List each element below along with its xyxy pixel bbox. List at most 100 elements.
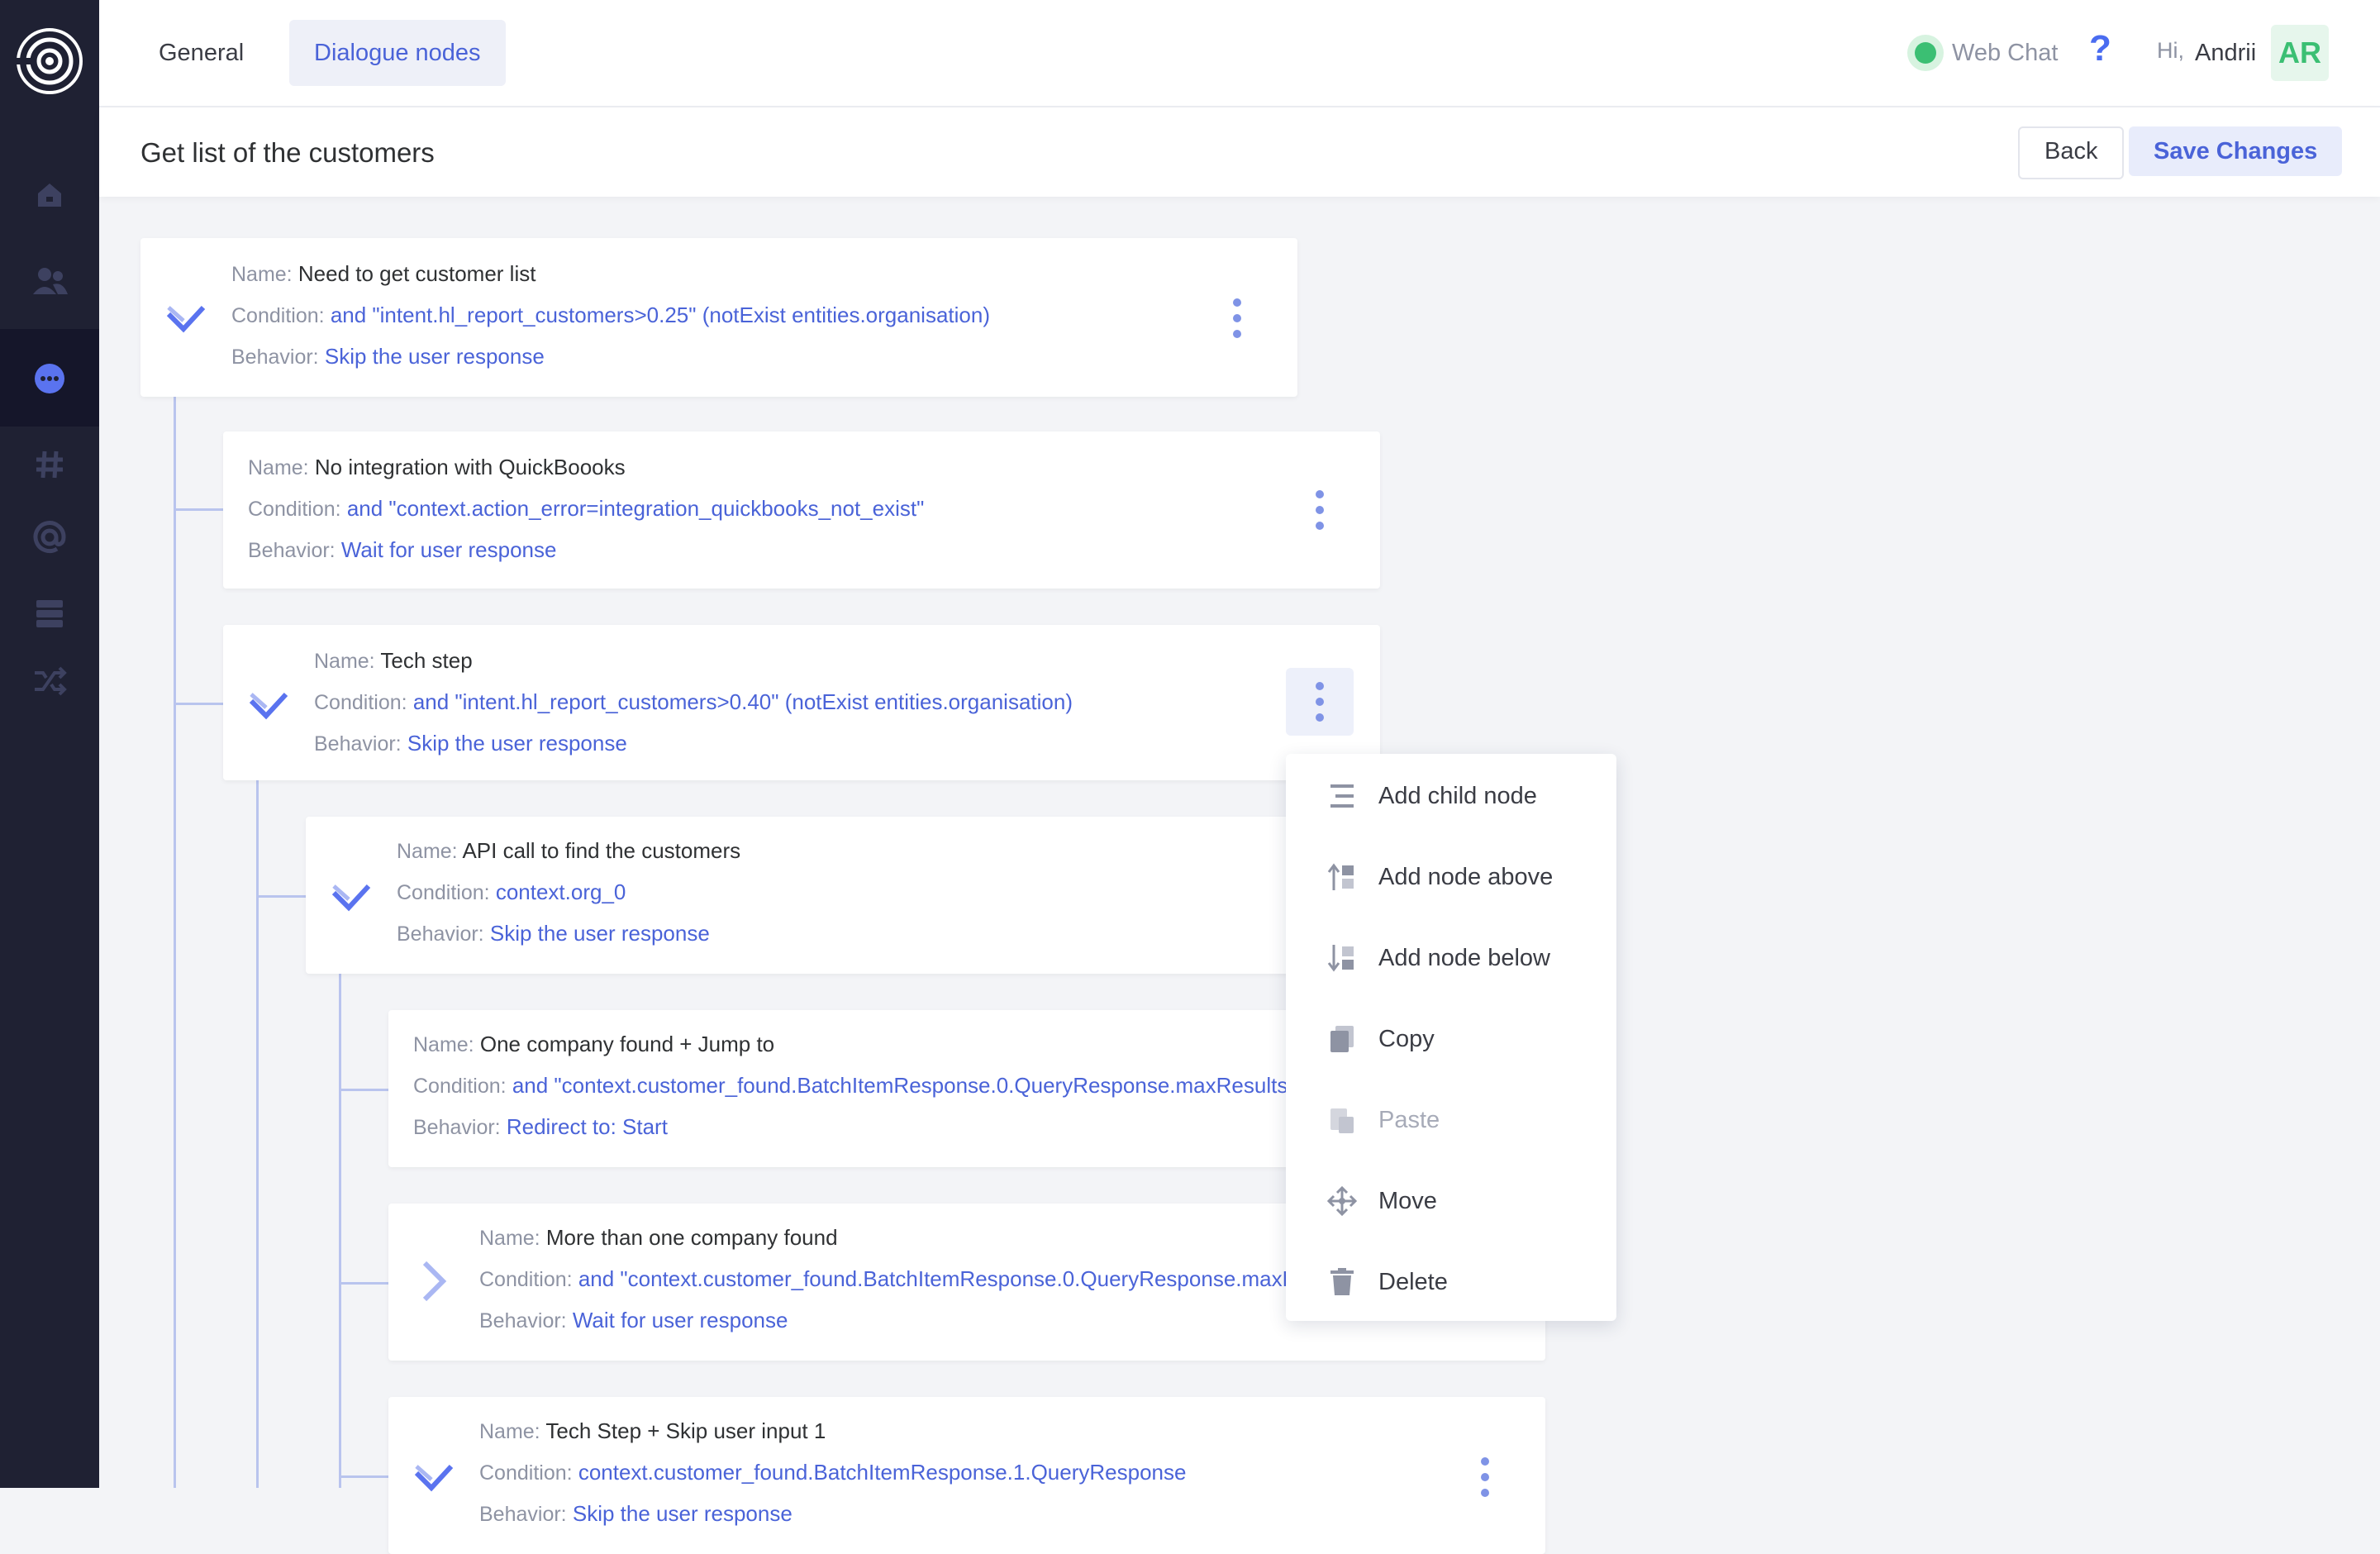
sidebar	[0, 0, 99, 1488]
behavior-label: Behavior:	[248, 539, 336, 562]
menu-item-label: Delete	[1378, 1268, 1448, 1295]
dialogue-icon[interactable]	[30, 359, 69, 398]
dialogue-node[interactable]: Name: Tech Step + Skip user input 1 Cond…	[388, 1397, 1545, 1554]
node-behavior-row: Behavior: Skip the user response	[397, 921, 710, 946]
behavior-label: Behavior:	[413, 1116, 501, 1139]
web-chat-label: Web Chat	[1952, 39, 2059, 66]
node-behavior: Skip the user response	[572, 1501, 793, 1526]
node-condition-row: Condition: context.org_0	[397, 879, 626, 905]
node-condition: context.org_0	[495, 879, 626, 904]
dialogue-node[interactable]: Name: Tech step Condition: and "intent.h…	[223, 625, 1380, 780]
tree-line	[339, 1089, 388, 1091]
node-name-row: Name: Tech Step + Skip user input 1	[479, 1418, 826, 1444]
move-icon	[1327, 1186, 1357, 1216]
check-icon	[331, 884, 371, 912]
check-icon	[249, 692, 288, 720]
node-behavior-row: Behavior: Skip the user response	[479, 1501, 793, 1527]
shuffle-icon[interactable]	[30, 661, 69, 701]
node-behavior-row: Behavior: Wait for user response	[248, 537, 556, 563]
behavior-label: Behavior:	[231, 346, 319, 369]
node-name-row: Name: Tech step	[314, 648, 473, 674]
node-name: API call to find the customers	[462, 838, 741, 863]
node-name: No integration with QuickBoooks	[314, 455, 626, 479]
home-icon[interactable]	[30, 175, 69, 215]
tab-general[interactable]: General	[134, 20, 269, 86]
node-name-row: Name: Need to get customer list	[231, 261, 536, 287]
greeting: Hi,	[2157, 38, 2184, 63]
menu-item-add-child-node[interactable]: Add child node	[1286, 756, 1616, 837]
copy-icon	[1330, 1026, 1354, 1052]
tree-line	[339, 1475, 388, 1478]
page-header: Get list of the customers Back Save Chan…	[99, 107, 2380, 197]
node-menu-button[interactable]	[1203, 284, 1271, 352]
users-icon[interactable]	[30, 261, 69, 301]
node-behavior: Wait for user response	[340, 537, 557, 562]
condition-label: Condition:	[248, 498, 341, 521]
check-icon	[166, 305, 206, 333]
condition-label: Condition:	[397, 881, 490, 904]
tree-line	[174, 703, 223, 705]
dialogue-node[interactable]: Name: Need to get customer list Conditio…	[140, 238, 1297, 397]
node-name: Need to get customer list	[298, 261, 536, 286]
help-icon[interactable]: ?	[2089, 28, 2111, 69]
node-name: Tech step	[380, 648, 473, 673]
condition-label: Condition:	[314, 691, 407, 714]
node-name-row: Name: No integration with QuickBoooks	[248, 455, 626, 480]
menu-item-add-node-above[interactable]: Add node above	[1286, 837, 1616, 918]
tree-line	[256, 780, 259, 1488]
node-behavior: Skip the user response	[407, 731, 627, 756]
name-label: Name:	[479, 1227, 540, 1250]
menu-item-paste[interactable]: Paste	[1286, 1080, 1616, 1161]
condition-label: Condition:	[479, 1461, 573, 1485]
node-condition: and "intent.hl_report_customers>0.40" (n…	[412, 689, 1073, 714]
node-condition: and "context.customer_found.BatchItemRes…	[578, 1266, 1387, 1291]
tree-line	[256, 895, 306, 898]
user-name[interactable]: Andrii	[2195, 40, 2256, 67]
node-behavior-row: Behavior: Redirect to: Start	[413, 1114, 668, 1140]
menu-item-copy[interactable]: Copy	[1286, 999, 1616, 1080]
top-bar: General Dialogue nodes Web Chat ? Hi, An…	[99, 0, 2380, 107]
paste-icon	[1330, 1108, 1354, 1133]
node-condition: context.customer_found.BatchItemResponse…	[578, 1460, 1187, 1485]
back-button[interactable]: Back	[2018, 126, 2125, 179]
status-online-icon	[1907, 35, 1944, 71]
node-context-menu: Add child node Add node above Add node b…	[1286, 754, 1616, 1321]
behavior-label: Behavior:	[479, 1503, 567, 1526]
behavior-label: Behavior:	[397, 922, 484, 946]
avatar[interactable]: AR	[2271, 25, 2329, 81]
node-menu-button[interactable]	[1286, 476, 1354, 544]
node-condition-row: Condition: and "intent.hl_report_custome…	[231, 303, 990, 328]
hashtag-icon[interactable]	[30, 445, 69, 484]
condition-label: Condition:	[413, 1075, 507, 1098]
node-condition-row: Condition: and "context.action_error=int…	[248, 496, 924, 522]
node-name: Tech Step + Skip user input 1	[545, 1418, 826, 1443]
node-menu-button[interactable]	[1451, 1443, 1519, 1511]
node-behavior-row: Behavior: Wait for user response	[479, 1308, 788, 1333]
name-label: Name:	[397, 840, 458, 863]
node-name-row: Name: More than one company found	[479, 1225, 838, 1251]
save-changes-button[interactable]: Save Changes	[2129, 126, 2343, 176]
chevron-right-icon[interactable]	[418, 1258, 451, 1304]
web-chat-button[interactable]: Web Chat	[1907, 30, 2058, 76]
dialogue-node[interactable]: Name: No integration with QuickBoooks Co…	[223, 431, 1380, 589]
database-icon[interactable]	[30, 593, 69, 633]
name-label: Name:	[314, 650, 375, 673]
tree-line	[339, 974, 341, 1488]
at-sign-icon[interactable]	[30, 517, 69, 557]
menu-item-delete[interactable]: Delete	[1286, 1242, 1616, 1323]
behavior-label: Behavior:	[479, 1309, 567, 1332]
tab-dialogue-nodes[interactable]: Dialogue nodes	[289, 20, 506, 86]
node-condition-row: Condition: and "context.customer_found.B…	[479, 1266, 1386, 1292]
menu-item-add-node-below[interactable]: Add node below	[1286, 918, 1616, 999]
node-menu-button[interactable]	[1286, 668, 1354, 736]
tree-line	[174, 397, 176, 1488]
app-logo-icon[interactable]	[15, 26, 84, 96]
menu-item-label: Add node above	[1378, 863, 1554, 890]
menu-item-label: Add node below	[1378, 944, 1550, 971]
node-name: More than one company found	[545, 1225, 838, 1250]
add-above-icon	[1327, 863, 1354, 890]
tree-line	[174, 508, 223, 511]
node-name-row: Name: API call to find the customers	[397, 838, 740, 864]
menu-item-move[interactable]: Move	[1286, 1161, 1616, 1242]
check-icon	[414, 1464, 454, 1492]
